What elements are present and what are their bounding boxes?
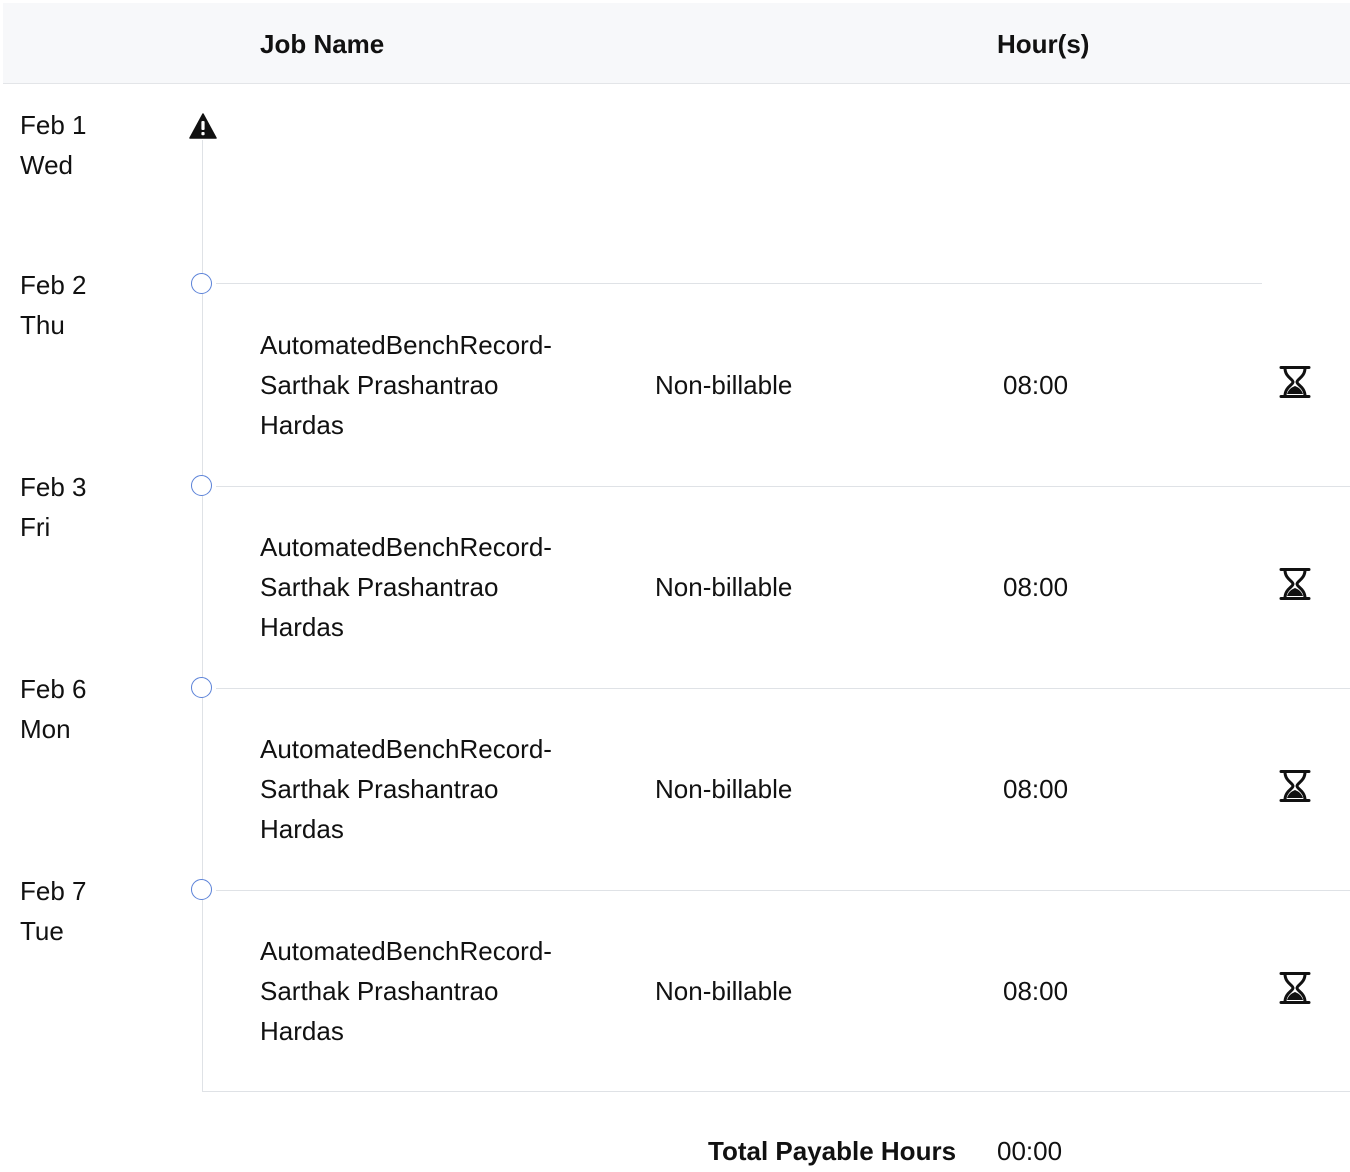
day-date: Feb 1 [20,110,87,140]
circle-icon [191,677,212,698]
day-weekday: Thu [20,310,65,340]
day-label: Feb 7 Tue [20,871,87,951]
job-name-line: Hardas [260,1016,344,1046]
day-date: Feb 3 [20,472,87,502]
billing-type: Non-billable [655,572,793,602]
table-header: Job Name Hour(s) [3,3,1350,84]
circle-icon [191,273,212,294]
day-weekday: Wed [20,150,73,180]
job-name-line: AutomatedBenchRecord- [260,936,552,966]
day-date: Feb 7 [20,876,87,906]
job-name[interactable]: AutomatedBenchRecord- Sarthak Prashantra… [260,527,600,647]
hours-value: 08:00 [1003,774,1069,804]
hourglass-icon[interactable] [1279,365,1311,399]
circle-icon [191,879,212,900]
hourglass-icon[interactable] [1279,769,1311,803]
job-name-line: AutomatedBenchRecord- [260,734,552,764]
day-weekday: Tue [20,916,64,946]
timeline-bottom-divider [202,1091,1350,1092]
job-name-line: Sarthak Prashantrao [260,370,499,400]
total-payable-hours-label: Total Payable Hours [708,1136,957,1166]
hours-value: 08:00 [1003,370,1069,400]
job-name-line: AutomatedBenchRecord- [260,330,552,360]
billing-type: Non-billable [655,976,793,1006]
day-weekday: Fri [20,512,51,542]
job-name[interactable]: AutomatedBenchRecord- Sarthak Prashantra… [260,729,600,849]
day-date: Feb 6 [20,674,87,704]
row-divider [216,688,1350,689]
total-payable-hours-value: 00:00 [997,1136,1063,1166]
hours-value: 08:00 [1003,572,1069,602]
job-name-line: Hardas [260,612,344,642]
hourglass-icon[interactable] [1279,567,1311,601]
job-name-line: Sarthak Prashantrao [260,774,499,804]
warning-icon [189,113,217,139]
row-divider [216,486,1350,487]
day-label: Feb 6 Mon [20,669,87,749]
billing-type: Non-billable [655,370,793,400]
job-name[interactable]: AutomatedBenchRecord- Sarthak Prashantra… [260,325,600,445]
job-name-line: Sarthak Prashantrao [260,976,499,1006]
billing-type: Non-billable [655,774,793,804]
job-name-line: AutomatedBenchRecord- [260,532,552,562]
hours-value: 08:00 [1003,976,1069,1006]
row-divider [216,890,1350,891]
day-label: Feb 1 Wed [20,105,87,185]
hourglass-icon[interactable] [1279,971,1311,1005]
hours-column-header: Hour(s) [997,29,1090,59]
job-name-line: Hardas [260,410,344,440]
day-label: Feb 2 Thu [20,265,87,345]
job-name[interactable]: AutomatedBenchRecord- Sarthak Prashantra… [260,931,600,1051]
job-name-column-header: Job Name [260,29,385,59]
circle-icon [191,475,212,496]
day-date: Feb 2 [20,270,87,300]
day-weekday: Mon [20,714,71,744]
job-name-line: Hardas [260,814,344,844]
day-label: Feb 3 Fri [20,467,87,547]
job-name-line: Sarthak Prashantrao [260,572,499,602]
row-divider [216,283,1262,284]
